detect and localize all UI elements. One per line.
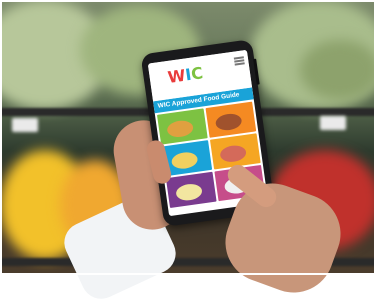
food-image bbox=[166, 119, 195, 139]
logo-letter: C bbox=[189, 63, 205, 84]
food-image bbox=[170, 150, 199, 171]
food-image bbox=[175, 182, 204, 202]
food-tile-produce[interactable] bbox=[156, 108, 208, 145]
food-tile-dairy[interactable] bbox=[165, 171, 217, 209]
menu-icon[interactable] bbox=[233, 56, 245, 66]
food-tile-meats[interactable] bbox=[205, 101, 257, 138]
wic-logo: WIC bbox=[167, 63, 205, 87]
greens-blur-right bbox=[300, 40, 376, 100]
food-image bbox=[214, 112, 243, 132]
price-tag bbox=[320, 116, 346, 130]
food-image bbox=[219, 143, 248, 164]
price-tag bbox=[12, 118, 38, 132]
